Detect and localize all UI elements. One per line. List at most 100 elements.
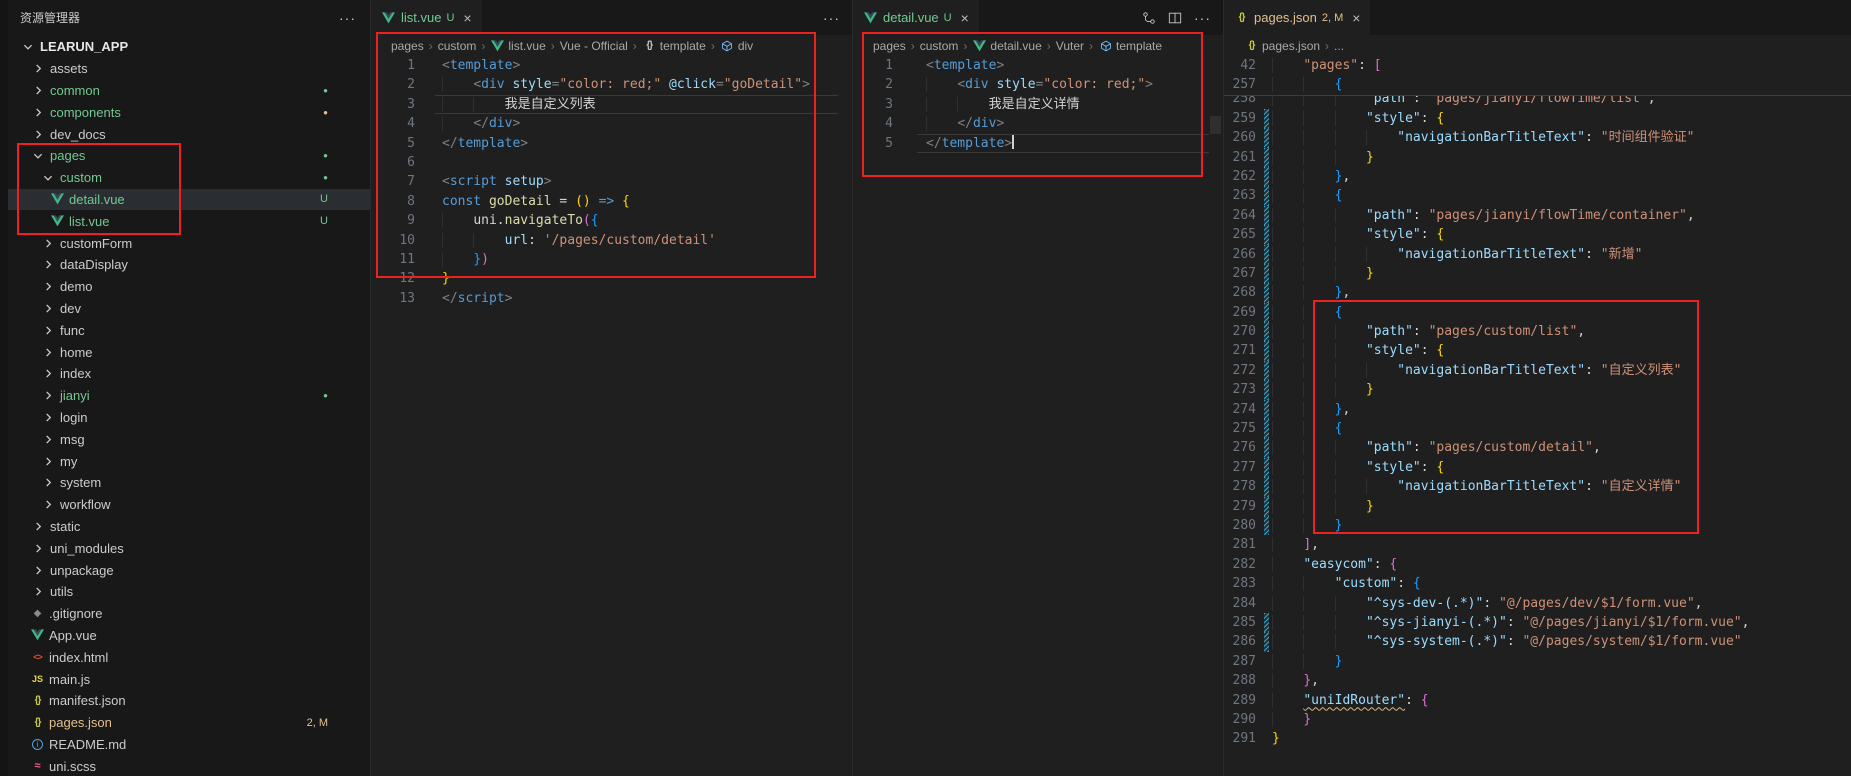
code-editor[interactable]: 42 "pages": [257 {258 "path": "pages/jia…	[1224, 56, 1851, 776]
scrollbar[interactable]	[1210, 56, 1221, 776]
breadcrumb-item[interactable]: Vue - Official	[560, 39, 628, 53]
code-editor[interactable]: 1<template>2 <div style="color: red;" @c…	[371, 56, 852, 776]
sidebar-item-assets[interactable]: assets	[8, 58, 370, 80]
breadcrumb-item[interactable]: Vuter	[1056, 39, 1084, 53]
sidebar-item-manifest.json[interactable]: {}manifest.json	[8, 690, 370, 712]
sidebar-item-components[interactable]: components●	[8, 101, 370, 123]
indent-guide	[1303, 208, 1334, 223]
sidebar-item-workflow[interactable]: workflow	[8, 494, 370, 516]
sidebar-item-main.js[interactable]: JSmain.js	[8, 668, 370, 690]
change-dot-badge: ●	[323, 391, 328, 400]
tab-list.vue[interactable]: list.vueU×	[371, 0, 482, 35]
code-line: 258 "path": "pages/jianyi/flowTime/list"…	[1224, 95, 1851, 109]
sidebar-item-demo[interactable]: demo	[8, 276, 370, 298]
token: ,	[1648, 95, 1656, 107]
scrollbar-thumb[interactable]	[1210, 116, 1221, 134]
sidebar-item-index.html[interactable]: <>index.html	[8, 646, 370, 668]
breadcrumb-label: custom	[438, 39, 477, 53]
indent-guide	[1272, 615, 1303, 630]
sidebar-item-uni.scss[interactable]: ≈uni.scss	[8, 755, 370, 776]
breadcrumb-item[interactable]: pages	[873, 39, 906, 53]
more-actions-icon[interactable]: ···	[339, 10, 356, 26]
breadcrumb-item[interactable]: detail.vue	[972, 39, 1041, 53]
sidebar-item-dev_docs[interactable]: dev_docs	[8, 123, 370, 145]
more-actions-icon[interactable]: ···	[1194, 10, 1211, 26]
line-number: 262	[1224, 167, 1256, 186]
line-number: 286	[1224, 632, 1256, 651]
breadcrumb-item[interactable]: div	[720, 39, 753, 53]
sidebar-item-App.vue[interactable]: App.vue	[8, 625, 370, 647]
sidebar-item-list.vue[interactable]: list.vueU	[8, 210, 370, 232]
sidebar-item-label: demo	[60, 279, 93, 294]
sidebar-item-msg[interactable]: msg	[8, 428, 370, 450]
token: }	[1303, 712, 1311, 727]
token: :	[1405, 693, 1421, 708]
line-number: 279	[1224, 497, 1256, 516]
sidebar-item-custom[interactable]: custom●	[8, 167, 370, 189]
indent-guide	[1303, 576, 1334, 591]
sidebar-item-label: dev	[60, 301, 81, 316]
tab-pages.json[interactable]: {}pages.json2, M×	[1224, 0, 1370, 35]
sidebar-item-func[interactable]: func	[8, 319, 370, 341]
code-editor[interactable]: 1<template>2 <div style="color: red;">3 …	[853, 56, 1223, 776]
breadcrumb-item[interactable]: template	[1098, 39, 1162, 53]
sidebar-item-customForm[interactable]: customForm	[8, 232, 370, 254]
token: ,	[1577, 324, 1585, 339]
token: ,	[1311, 537, 1319, 552]
braces-icon: {}	[1244, 39, 1259, 53]
sidebar-item-.gitignore[interactable]: ◆.gitignore	[8, 603, 370, 625]
sidebar-item-common[interactable]: common●	[8, 80, 370, 102]
breadcrumb-item[interactable]: ...	[1334, 39, 1344, 53]
sidebar-item-dev[interactable]: dev	[8, 298, 370, 320]
code-line: 267 }	[1224, 264, 1851, 283]
open-changes-icon[interactable]	[1142, 11, 1156, 25]
sidebar-item-static[interactable]: static	[8, 516, 370, 538]
sidebar-item-label: customForm	[60, 236, 132, 251]
token: :	[1358, 58, 1374, 73]
indent-guide	[473, 233, 504, 248]
indent-guide	[1303, 421, 1334, 436]
code-line: 3 我是自定义详情	[853, 95, 1223, 114]
sidebar-item-index[interactable]: index	[8, 363, 370, 385]
sidebar-item-utils[interactable]: utils	[8, 581, 370, 603]
split-editor-icon[interactable]	[1168, 11, 1182, 25]
sidebar-item-pages.json[interactable]: {}pages.json2, M	[8, 712, 370, 734]
line-number: 10	[371, 231, 415, 250]
code-line: 276 "path": "pages/custom/detail",	[1224, 438, 1851, 457]
sticky-scroll: 42 "pages": [257 {	[1224, 56, 1851, 95]
sidebar-item-uni_modules[interactable]: uni_modules	[8, 537, 370, 559]
sidebar-item-system[interactable]: system	[8, 472, 370, 494]
sidebar-item-jianyi[interactable]: jianyi●	[8, 385, 370, 407]
code-text: }	[1269, 516, 1851, 535]
sidebar-item-unpackage[interactable]: unpackage	[8, 559, 370, 581]
sidebar-item-login[interactable]: login	[8, 407, 370, 429]
sidebar-item-LEARUN_APP[interactable]: LEARUN_APP	[8, 36, 370, 58]
breadcrumb-item[interactable]: custom	[438, 39, 477, 53]
code-line: 9 uni.navigateTo({	[371, 211, 852, 230]
breadcrumb-item[interactable]: pages	[391, 39, 424, 53]
breadcrumb-item[interactable]: list.vue	[490, 39, 545, 53]
token: </	[957, 116, 973, 131]
code-text: "style": {	[1269, 341, 1851, 360]
tab-detail.vue[interactable]: detail.vueU×	[853, 0, 979, 35]
more-actions-icon[interactable]: ···	[823, 10, 840, 26]
file-tree[interactable]: LEARUN_APPassetscommon●components●dev_do…	[8, 36, 370, 776]
sidebar-item-README.md[interactable]: iREADME.md	[8, 734, 370, 756]
sidebar-item-dataDisplay[interactable]: dataDisplay	[8, 254, 370, 276]
indent-guide	[1272, 596, 1303, 611]
code-line: 263 {	[1224, 186, 1851, 205]
close-icon[interactable]: ×	[961, 10, 969, 26]
breadcrumb-item[interactable]: {}pages.json	[1244, 39, 1320, 53]
change-dot-badge: ●	[323, 173, 328, 182]
close-icon[interactable]: ×	[463, 10, 471, 26]
sidebar-item-my[interactable]: my	[8, 450, 370, 472]
breadcrumb-item[interactable]: {}template	[642, 39, 706, 53]
token: (	[583, 213, 591, 228]
code-line: 264 "path": "pages/jianyi/flowTime/conta…	[1224, 206, 1851, 225]
close-icon[interactable]: ×	[1352, 10, 1360, 26]
breadcrumb-item[interactable]: custom	[920, 39, 959, 53]
sidebar-item-pages[interactable]: pages●	[8, 145, 370, 167]
sidebar-item-detail.vue[interactable]: detail.vueU	[8, 189, 370, 211]
token: "style"	[1366, 111, 1421, 126]
sidebar-item-home[interactable]: home	[8, 341, 370, 363]
